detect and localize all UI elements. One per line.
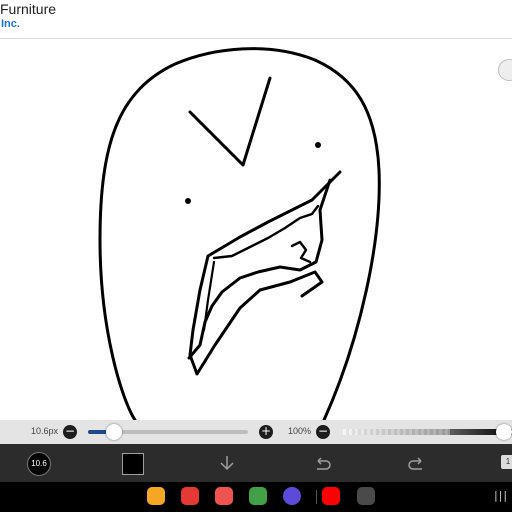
system-dock: ||| bbox=[0, 482, 512, 512]
left-eye-dot bbox=[185, 198, 191, 204]
brush-size-label: 10.6px bbox=[31, 426, 59, 436]
flipboard-app-icon[interactable] bbox=[181, 487, 199, 505]
brush-preview-button[interactable]: 10.6 bbox=[27, 452, 51, 476]
ad-title[interactable]: Furniture bbox=[0, 1, 56, 17]
brush-size-slider-thumb[interactable] bbox=[105, 424, 122, 440]
opacity-slider-thumb[interactable] bbox=[496, 424, 512, 440]
head-outline-stroke bbox=[98, 47, 381, 420]
size-decrease-button[interactable]: − bbox=[63, 425, 77, 439]
download-arrow-icon[interactable] bbox=[217, 453, 237, 473]
redo-icon[interactable] bbox=[407, 453, 427, 473]
ad-subtitle[interactable]: Inc. bbox=[1, 18, 20, 30]
opacity-label: 100% bbox=[288, 426, 312, 436]
right-eye-dot bbox=[315, 142, 321, 148]
minus-icon: − bbox=[317, 424, 329, 438]
layers-icon[interactable]: 1 bbox=[501, 455, 512, 469]
samsung-internet-app-icon[interactable] bbox=[283, 487, 301, 505]
ad-banner[interactable]: Furniture Inc. bbox=[0, 0, 512, 39]
mouth-inner-stroke bbox=[187, 178, 332, 360]
size-increase-button[interactable]: + bbox=[259, 425, 273, 439]
brow-stroke bbox=[188, 76, 272, 167]
drawing-canvas[interactable] bbox=[0, 39, 512, 420]
brush-slider-bar: 10.6px − + 100% − bbox=[0, 420, 512, 444]
opacity-slider-checker bbox=[340, 429, 450, 435]
dock-divider bbox=[316, 490, 317, 504]
minus-icon: − bbox=[64, 424, 76, 438]
youtube-app-icon[interactable] bbox=[322, 487, 340, 505]
plus-icon: + bbox=[260, 424, 272, 438]
undo-icon[interactable] bbox=[312, 453, 332, 473]
bottom-toolbar: 10.6 1 bbox=[0, 444, 512, 482]
opacity-decrease-button[interactable]: − bbox=[316, 425, 330, 439]
calculator-app-icon[interactable] bbox=[249, 487, 267, 505]
layers-badge: 1 bbox=[505, 457, 511, 466]
recents-nav-icon[interactable]: ||| bbox=[494, 489, 508, 502]
teeth-stroke bbox=[212, 204, 320, 264]
files-app-icon[interactable] bbox=[147, 487, 165, 505]
brush-preview-label: 10.6 bbox=[31, 459, 47, 468]
color-swatch-button[interactable] bbox=[122, 453, 144, 475]
drawing-strokes bbox=[98, 47, 381, 420]
contacts-app-icon[interactable] bbox=[215, 487, 233, 505]
roblox-app-icon[interactable] bbox=[357, 487, 375, 505]
